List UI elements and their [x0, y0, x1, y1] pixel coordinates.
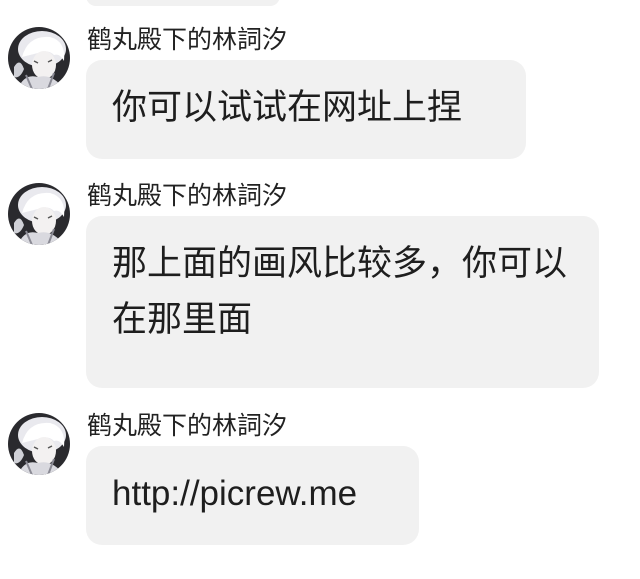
avatar[interactable]	[8, 413, 70, 475]
message-bubble[interactable]: 你可以试试在网址上捏	[86, 60, 526, 159]
message-bubble[interactable]: http://picrew.me	[86, 446, 419, 545]
avatar-image	[8, 183, 70, 245]
avatar[interactable]	[8, 27, 70, 89]
sender-name[interactable]: 鹤丸殿下的林詞汐	[87, 411, 287, 441]
message-text: 你可以试试在网址上捏	[112, 88, 463, 128]
sender-name[interactable]: 鹤丸殿下的林詞汐	[87, 181, 287, 211]
avatar-image	[8, 413, 70, 475]
message-bubble[interactable]: 那上面的画风比较多，你可以在那里面	[86, 216, 599, 388]
previous-message-bubble	[86, 0, 280, 6]
avatar[interactable]	[8, 183, 70, 245]
sender-name[interactable]: 鹤丸殿下的林詞汐	[87, 25, 287, 55]
message-link[interactable]: http://picrew.me	[112, 474, 357, 513]
avatar-image	[8, 27, 70, 89]
message-text: 那上面的画风比较多，你可以在那里面	[112, 244, 568, 340]
